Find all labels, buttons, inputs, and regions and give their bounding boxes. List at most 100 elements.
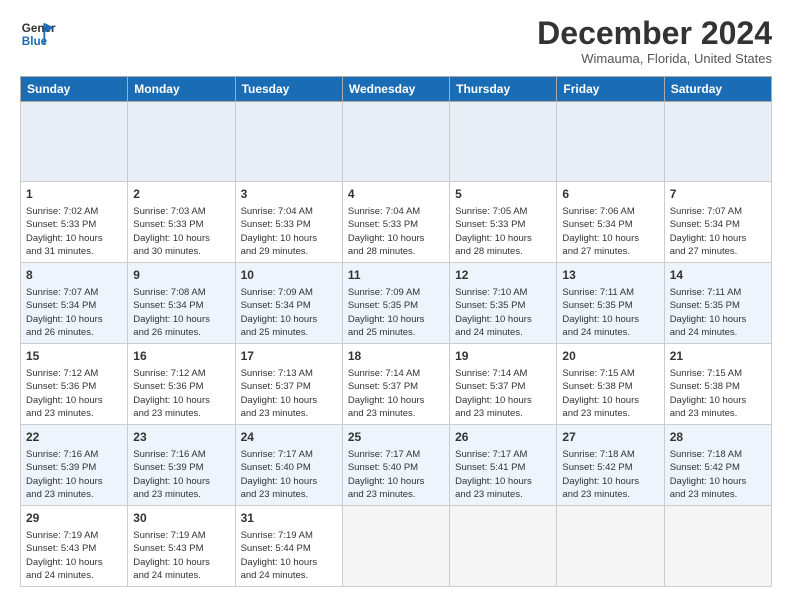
- day-info-line: and 29 minutes.: [241, 245, 337, 258]
- day-info-line: and 23 minutes.: [26, 488, 122, 501]
- day-info-line: Sunrise: 7:15 AM: [670, 367, 766, 380]
- col-sunday: Sunday: [21, 77, 128, 102]
- day-info-line: Daylight: 10 hours: [133, 475, 229, 488]
- day-info-line: and 24 minutes.: [455, 326, 551, 339]
- calendar-cell: 2Sunrise: 7:03 AMSunset: 5:33 PMDaylight…: [128, 182, 235, 263]
- day-number: 14: [670, 267, 766, 284]
- day-number: 13: [562, 267, 658, 284]
- day-info-line: Daylight: 10 hours: [348, 313, 444, 326]
- day-number: 2: [133, 186, 229, 203]
- day-info-line: and 24 minutes.: [133, 569, 229, 582]
- calendar-week-4: 22Sunrise: 7:16 AMSunset: 5:39 PMDayligh…: [21, 425, 772, 506]
- day-info-line: Sunrise: 7:16 AM: [26, 448, 122, 461]
- calendar-cell: [557, 506, 664, 587]
- day-info-line: Daylight: 10 hours: [133, 313, 229, 326]
- day-info-line: Daylight: 10 hours: [26, 394, 122, 407]
- calendar-cell: 16Sunrise: 7:12 AMSunset: 5:36 PMDayligh…: [128, 344, 235, 425]
- day-info-line: and 28 minutes.: [348, 245, 444, 258]
- day-info-line: and 25 minutes.: [348, 326, 444, 339]
- day-number: 20: [562, 348, 658, 365]
- day-info-line: Sunrise: 7:02 AM: [26, 205, 122, 218]
- calendar-cell: 30Sunrise: 7:19 AMSunset: 5:43 PMDayligh…: [128, 506, 235, 587]
- day-info-line: Daylight: 10 hours: [133, 232, 229, 245]
- day-info-line: and 24 minutes.: [26, 569, 122, 582]
- day-info-line: Daylight: 10 hours: [26, 475, 122, 488]
- day-info-line: Sunrise: 7:12 AM: [133, 367, 229, 380]
- day-info-line: Daylight: 10 hours: [562, 475, 658, 488]
- day-info-line: Sunrise: 7:07 AM: [670, 205, 766, 218]
- day-info-line: Sunrise: 7:16 AM: [133, 448, 229, 461]
- day-info-line: Sunset: 5:34 PM: [241, 299, 337, 312]
- day-number: 17: [241, 348, 337, 365]
- col-monday: Monday: [128, 77, 235, 102]
- day-info-line: Sunset: 5:34 PM: [26, 299, 122, 312]
- col-thursday: Thursday: [450, 77, 557, 102]
- calendar-cell: [21, 102, 128, 182]
- calendar-cell: 4Sunrise: 7:04 AMSunset: 5:33 PMDaylight…: [342, 182, 449, 263]
- day-number: 22: [26, 429, 122, 446]
- day-number: 9: [133, 267, 229, 284]
- calendar-cell: 1Sunrise: 7:02 AMSunset: 5:33 PMDaylight…: [21, 182, 128, 263]
- logo-icon: General Blue: [20, 16, 56, 52]
- day-info-line: and 27 minutes.: [562, 245, 658, 258]
- day-info-line: Daylight: 10 hours: [562, 394, 658, 407]
- day-info-line: Sunrise: 7:07 AM: [26, 286, 122, 299]
- calendar-week-3: 15Sunrise: 7:12 AMSunset: 5:36 PMDayligh…: [21, 344, 772, 425]
- day-info-line: Sunset: 5:35 PM: [670, 299, 766, 312]
- day-info-line: Sunrise: 7:19 AM: [26, 529, 122, 542]
- day-info-line: Daylight: 10 hours: [670, 475, 766, 488]
- day-info-line: Sunset: 5:40 PM: [241, 461, 337, 474]
- day-info-line: Sunset: 5:39 PM: [26, 461, 122, 474]
- calendar-cell: 25Sunrise: 7:17 AMSunset: 5:40 PMDayligh…: [342, 425, 449, 506]
- calendar-week-2: 8Sunrise: 7:07 AMSunset: 5:34 PMDaylight…: [21, 263, 772, 344]
- day-info-line: and 23 minutes.: [670, 407, 766, 420]
- day-info-line: and 23 minutes.: [455, 407, 551, 420]
- day-info-line: Sunset: 5:33 PM: [133, 218, 229, 231]
- day-number: 27: [562, 429, 658, 446]
- day-info-line: Sunset: 5:35 PM: [348, 299, 444, 312]
- location: Wimauma, Florida, United States: [537, 51, 772, 66]
- day-info-line: Sunrise: 7:14 AM: [455, 367, 551, 380]
- day-info-line: and 23 minutes.: [670, 488, 766, 501]
- col-friday: Friday: [557, 77, 664, 102]
- day-info-line: Sunrise: 7:12 AM: [26, 367, 122, 380]
- day-info-line: Sunset: 5:35 PM: [562, 299, 658, 312]
- day-number: 1: [26, 186, 122, 203]
- day-info-line: and 23 minutes.: [562, 488, 658, 501]
- col-tuesday: Tuesday: [235, 77, 342, 102]
- day-info-line: Daylight: 10 hours: [455, 394, 551, 407]
- calendar-week-0: [21, 102, 772, 182]
- day-info-line: Sunset: 5:40 PM: [348, 461, 444, 474]
- calendar-cell: 5Sunrise: 7:05 AMSunset: 5:33 PMDaylight…: [450, 182, 557, 263]
- day-info-line: and 27 minutes.: [670, 245, 766, 258]
- day-info-line: Sunset: 5:36 PM: [26, 380, 122, 393]
- calendar-cell: 13Sunrise: 7:11 AMSunset: 5:35 PMDayligh…: [557, 263, 664, 344]
- calendar-cell: 15Sunrise: 7:12 AMSunset: 5:36 PMDayligh…: [21, 344, 128, 425]
- day-info-line: and 23 minutes.: [348, 407, 444, 420]
- day-info-line: and 24 minutes.: [241, 569, 337, 582]
- day-number: 24: [241, 429, 337, 446]
- day-info-line: Sunrise: 7:13 AM: [241, 367, 337, 380]
- calendar-cell: [235, 102, 342, 182]
- calendar-cell: 19Sunrise: 7:14 AMSunset: 5:37 PMDayligh…: [450, 344, 557, 425]
- day-info-line: and 24 minutes.: [670, 326, 766, 339]
- day-info-line: Daylight: 10 hours: [26, 556, 122, 569]
- day-info-line: Sunset: 5:33 PM: [26, 218, 122, 231]
- day-number: 10: [241, 267, 337, 284]
- calendar-week-5: 29Sunrise: 7:19 AMSunset: 5:43 PMDayligh…: [21, 506, 772, 587]
- day-info-line: and 23 minutes.: [241, 488, 337, 501]
- calendar-cell: 26Sunrise: 7:17 AMSunset: 5:41 PMDayligh…: [450, 425, 557, 506]
- calendar-cell: [557, 102, 664, 182]
- day-info-line: Sunset: 5:33 PM: [455, 218, 551, 231]
- day-number: 19: [455, 348, 551, 365]
- day-info-line: Sunset: 5:36 PM: [133, 380, 229, 393]
- day-info-line: Sunset: 5:33 PM: [241, 218, 337, 231]
- day-number: 25: [348, 429, 444, 446]
- day-info-line: Sunrise: 7:17 AM: [241, 448, 337, 461]
- day-info-line: and 26 minutes.: [26, 326, 122, 339]
- calendar-cell: 8Sunrise: 7:07 AMSunset: 5:34 PMDaylight…: [21, 263, 128, 344]
- day-info-line: Sunset: 5:44 PM: [241, 542, 337, 555]
- day-number: 23: [133, 429, 229, 446]
- day-info-line: Sunrise: 7:09 AM: [348, 286, 444, 299]
- day-info-line: Daylight: 10 hours: [562, 232, 658, 245]
